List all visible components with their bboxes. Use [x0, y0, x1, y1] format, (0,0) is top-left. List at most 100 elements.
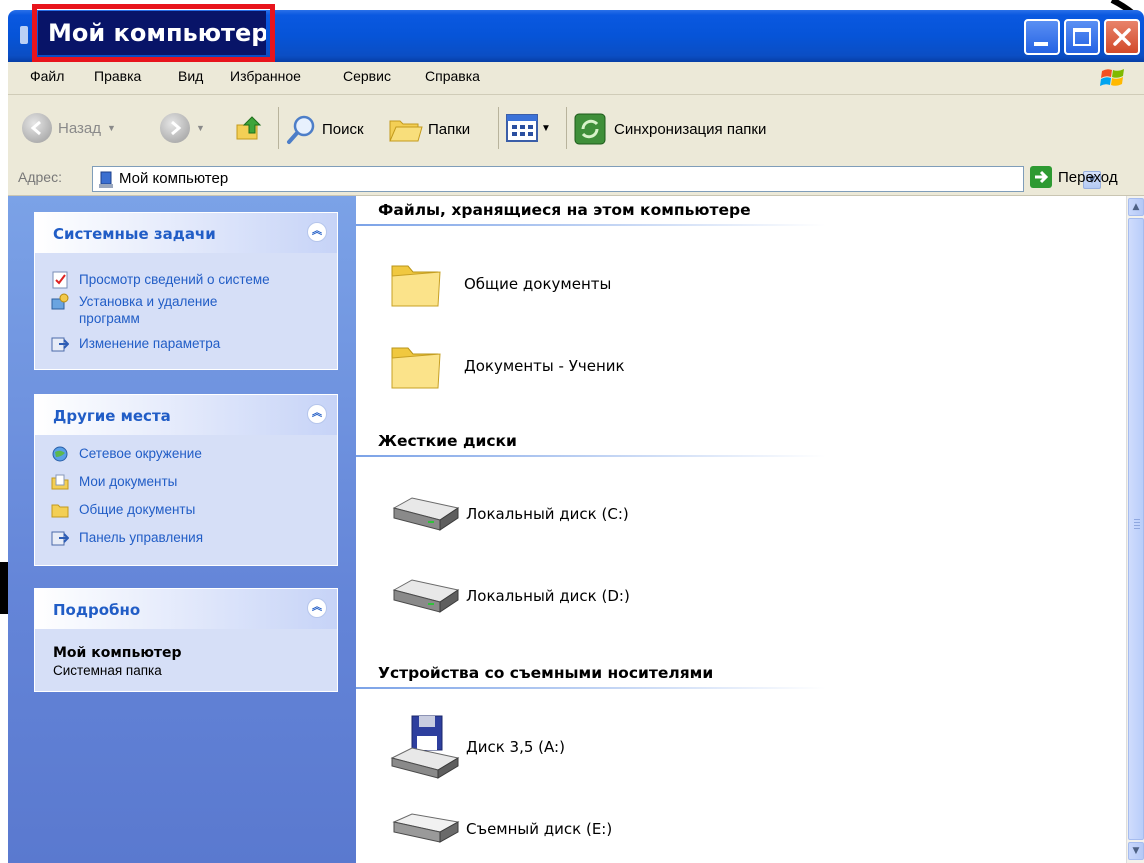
toolbar-separator: [498, 107, 499, 149]
item-label: Диск 3,5 (A:): [466, 738, 565, 756]
minimize-button[interactable]: [1024, 19, 1060, 55]
collapse-chevron-icon[interactable]: ︽: [307, 222, 327, 242]
item-removable-e[interactable]: Съемный диск (E:): [388, 810, 612, 848]
windows-logo-icon: [1100, 69, 1124, 86]
other-places-panel: Другие места ︽ Сетевое окружение Мои док…: [34, 394, 338, 566]
section-title-removable: Устройства со съемными носителями: [378, 664, 714, 682]
back-label: Назад: [58, 119, 101, 137]
app-icon: [20, 26, 28, 44]
item-shared-documents[interactable]: Общие документы: [388, 258, 611, 310]
item-label: Локальный диск (D:): [466, 587, 630, 605]
item-label: Съемный диск (E:): [466, 820, 613, 838]
task-view-system-info[interactable]: Просмотр сведений о системе: [51, 271, 270, 289]
task-label: Установка и удаление программ: [79, 294, 218, 326]
folder-icon: [391, 347, 441, 389]
item-floppy-a[interactable]: Диск 3,5 (A:): [388, 714, 565, 780]
search-icon: [287, 115, 315, 144]
my-documents-icon: [51, 474, 69, 490]
content-area: Файлы, хранящиеся на этом компьютере Общ…: [356, 196, 1126, 863]
hard-drive-icon: [392, 579, 460, 613]
toolbar-separator: [278, 107, 279, 149]
back-button[interactable]: Назад ▼: [22, 113, 116, 143]
folders-icon: [389, 120, 423, 142]
other-places-title: Другие места: [53, 407, 171, 425]
add-remove-programs-icon: [51, 293, 69, 310]
scroll-thumb[interactable]: [1128, 218, 1144, 840]
details-header[interactable]: Подробно ︽: [35, 589, 337, 629]
sync-icon: [574, 113, 606, 145]
place-label: Общие документы: [79, 502, 196, 517]
menu-help[interactable]: Справка: [425, 68, 480, 84]
place-control-panel[interactable]: Панель управления: [51, 529, 203, 547]
section-title-files: Файлы, хранящиеся на этом компьютере: [378, 201, 751, 219]
control-panel-icon: [51, 531, 69, 546]
close-button[interactable]: [1104, 19, 1140, 55]
place-network[interactable]: Сетевое окружение: [51, 445, 202, 463]
back-dropdown-icon[interactable]: ▼: [107, 123, 116, 133]
place-my-documents[interactable]: Мои документы: [51, 473, 177, 491]
folder-up-icon: [236, 116, 262, 140]
removable-drive-icon: [392, 813, 460, 843]
section-divider: [356, 455, 826, 457]
explorer-window: Мой компьютер Файл Правка Вид Избранное …: [8, 4, 1144, 863]
forward-dropdown-icon[interactable]: ▼: [196, 123, 205, 133]
address-field[interactable]: Мой компьютер ▼: [92, 166, 1101, 192]
views-icon: [506, 114, 538, 142]
item-local-disk-c[interactable]: Локальный диск (C:): [388, 494, 629, 534]
task-label: Просмотр сведений о системе: [79, 272, 270, 287]
search-button[interactable]: Поиск: [286, 113, 364, 145]
menu-view[interactable]: Вид: [178, 68, 203, 84]
details-item-name: Мой компьютер: [53, 645, 182, 661]
views-button[interactable]: ▼: [506, 113, 551, 143]
task-pane: Системные задачи ︽ Просмотр сведений о с…: [8, 196, 356, 863]
section-divider: [356, 224, 826, 226]
item-label: Документы - Ученик: [464, 357, 625, 375]
place-shared-documents[interactable]: Общие документы: [51, 501, 195, 519]
floppy-drive-icon: [390, 715, 460, 779]
sync-label: Синхронизация папки: [614, 120, 767, 138]
toolbar: Назад ▼ ▼ Поиск Папки ▼ Синхронизация па…: [8, 95, 1144, 164]
scroll-grip: [1134, 519, 1140, 529]
window-title: Мой компьютер: [38, 11, 266, 55]
menu-file[interactable]: Файл: [30, 68, 64, 84]
item-label: Локальный диск (C:): [466, 505, 629, 523]
views-dropdown-icon[interactable]: ▼: [541, 123, 551, 134]
other-places-header[interactable]: Другие места ︽: [35, 395, 337, 435]
task-change-setting[interactable]: Изменение параметра: [51, 335, 220, 353]
system-tasks-header[interactable]: Системные задачи ︽: [35, 213, 337, 253]
folder-icon: [51, 504, 69, 518]
item-local-disk-d[interactable]: Локальный диск (D:): [388, 576, 630, 616]
collapse-chevron-icon[interactable]: ︽: [307, 598, 327, 618]
system-tasks-panel: Системные задачи ︽ Просмотр сведений о с…: [34, 212, 338, 370]
menu-favorites[interactable]: Избранное: [230, 68, 301, 84]
forward-button[interactable]: ▼: [160, 113, 205, 143]
up-button[interactable]: [234, 113, 264, 143]
menu-bar: Файл Правка Вид Избранное Сервис Справка: [8, 62, 1144, 95]
collapse-chevron-icon[interactable]: ︽: [307, 404, 327, 424]
vertical-scrollbar[interactable]: ▲ ▼: [1126, 196, 1144, 863]
item-label: Общие документы: [464, 275, 612, 293]
section-divider: [356, 687, 826, 689]
go-button[interactable]: Переход: [1030, 166, 1118, 188]
menu-edit[interactable]: Правка: [94, 68, 141, 84]
place-label: Мои документы: [79, 474, 178, 489]
scroll-up-arrow-icon[interactable]: ▲: [1128, 198, 1144, 216]
item-user-documents[interactable]: Документы - Ученик: [388, 340, 625, 392]
maximize-button[interactable]: [1064, 19, 1100, 55]
folders-button[interactable]: Папки: [388, 113, 470, 145]
close-icon: [1113, 28, 1131, 46]
sync-folder-button[interactable]: Синхронизация папки: [574, 113, 766, 145]
scroll-down-arrow-icon[interactable]: ▼: [1128, 842, 1144, 860]
place-label: Сетевое окружение: [79, 446, 202, 461]
task-label: Изменение параметра: [79, 336, 221, 351]
place-label: Панель управления: [79, 530, 204, 545]
search-label: Поиск: [322, 120, 364, 138]
task-add-remove-programs[interactable]: Установка и удаление программ: [51, 293, 217, 327]
hard-drive-icon: [392, 497, 460, 531]
menu-tools[interactable]: Сервис: [343, 68, 391, 84]
title-bar[interactable]: Мой компьютер: [8, 4, 1144, 62]
section-title-hard-disks: Жесткие диски: [378, 432, 517, 450]
system-info-icon: [52, 271, 68, 289]
toolbar-separator: [566, 107, 567, 149]
folders-label: Папки: [428, 120, 471, 138]
